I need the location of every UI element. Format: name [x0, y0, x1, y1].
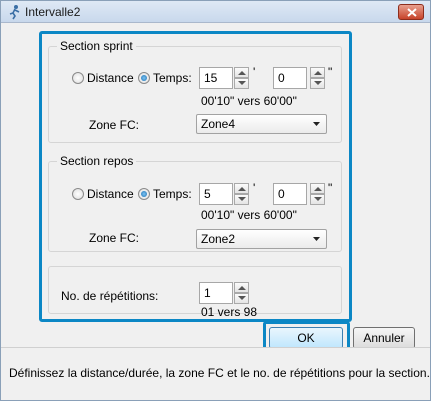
repos-group-title: Section repos: [57, 154, 137, 168]
repetitions-range-hint: 01 vers 98: [201, 305, 258, 319]
repos-zone-label: Zone FC:: [89, 231, 140, 245]
sprint-second-mark: ": [328, 65, 333, 79]
sprint-zone-value: Zone4: [201, 117, 236, 131]
close-icon: [407, 8, 417, 17]
status-bar: Définissez la distance/durée, la zone FC…: [1, 347, 430, 400]
repetitions-label: No. de répétitions:: [61, 289, 159, 303]
repos-second-mark: ": [328, 181, 333, 195]
window-title: Intervalle2: [25, 5, 81, 19]
repos-temps-radio[interactable]: [138, 188, 150, 200]
chevron-down-icon: [238, 197, 246, 201]
runner-icon: [7, 4, 23, 20]
dropdown-arrow-icon: [313, 122, 320, 126]
repos-zone-select[interactable]: Zone2: [196, 229, 327, 249]
dialog-window: Intervalle2 Section sprint Distance Temp…: [0, 0, 431, 401]
chevron-down-icon: [314, 81, 322, 85]
sprint-minutes-input[interactable]: 15: [199, 67, 233, 89]
close-button[interactable]: [398, 4, 424, 20]
repos-seconds-input[interactable]: 0: [273, 183, 307, 205]
sprint-zone-label: Zone FC:: [89, 118, 140, 132]
spin-down-button[interactable]: [234, 194, 249, 205]
chevron-up-icon: [314, 187, 322, 191]
chevron-down-icon: [238, 81, 246, 85]
status-text: Définissez la distance/durée, la zone FC…: [9, 366, 430, 380]
spin-down-button[interactable]: [310, 194, 325, 205]
repos-distance-radio[interactable]: [72, 188, 84, 200]
sprint-distance-label: Distance: [87, 71, 134, 85]
repetitions-input[interactable]: 1: [199, 282, 233, 304]
sprint-range-hint: 00'10" vers 60'00": [201, 94, 297, 108]
repos-range-hint: 00'10" vers 60'00": [201, 208, 297, 222]
sprint-temps-label: Temps:: [153, 71, 192, 85]
cancel-button[interactable]: Annuler: [353, 327, 415, 349]
spin-down-button[interactable]: [310, 78, 325, 89]
repos-minute-mark: ': [253, 181, 256, 195]
sprint-minutes-spinner[interactable]: [234, 67, 249, 89]
repos-minutes-input[interactable]: 5: [199, 183, 233, 205]
sprint-distance-radio[interactable]: [72, 72, 84, 84]
repos-zone-value: Zone2: [201, 232, 236, 246]
repetitions-spinner[interactable]: [234, 282, 249, 304]
sprint-seconds-spinner[interactable]: [310, 67, 325, 89]
chevron-down-icon: [238, 296, 246, 300]
chevron-up-icon: [238, 187, 246, 191]
dropdown-arrow-icon: [313, 237, 320, 241]
sprint-seconds-input[interactable]: 0: [273, 67, 307, 89]
spin-up-button[interactable]: [234, 183, 249, 194]
chevron-down-icon: [314, 197, 322, 201]
chevron-up-icon: [238, 286, 246, 290]
spin-down-button[interactable]: [234, 293, 249, 304]
sprint-temps-radio[interactable]: [138, 72, 150, 84]
spin-up-button[interactable]: [310, 183, 325, 194]
spin-down-button[interactable]: [234, 78, 249, 89]
sprint-zone-select[interactable]: Zone4: [196, 114, 327, 134]
repos-distance-label: Distance: [87, 187, 134, 201]
spin-up-button[interactable]: [310, 67, 325, 78]
sprint-group-title: Section sprint: [57, 39, 136, 53]
title-bar: Intervalle2: [1, 1, 430, 23]
repos-seconds-spinner[interactable]: [310, 183, 325, 205]
spin-up-button[interactable]: [234, 67, 249, 78]
ok-button[interactable]: OK: [269, 327, 343, 349]
spin-up-button[interactable]: [234, 282, 249, 293]
repos-minutes-spinner[interactable]: [234, 183, 249, 205]
repos-temps-label: Temps:: [153, 187, 192, 201]
sprint-minute-mark: ': [253, 65, 256, 79]
chevron-up-icon: [238, 71, 246, 75]
chevron-up-icon: [314, 71, 322, 75]
